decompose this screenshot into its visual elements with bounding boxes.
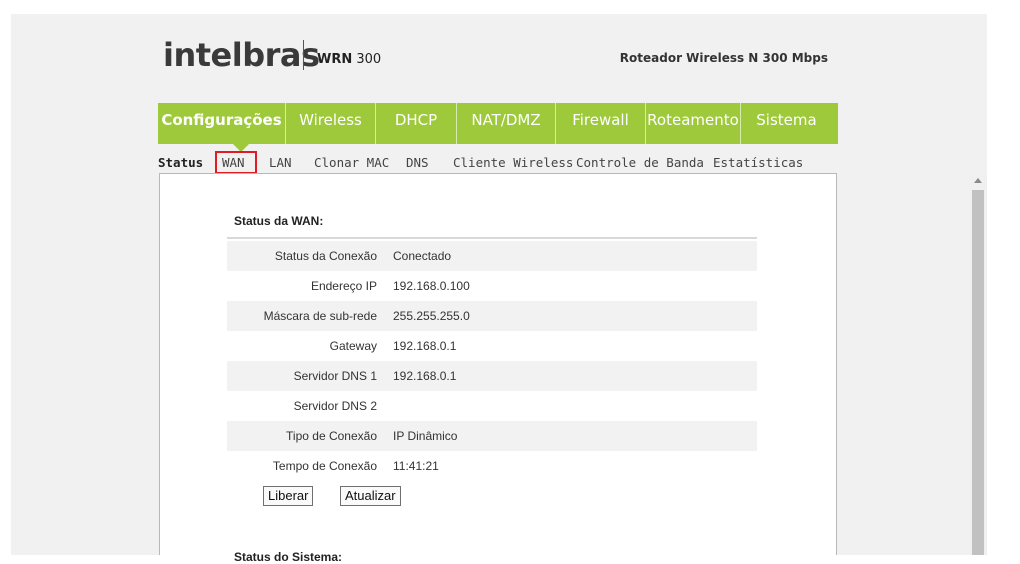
- logo-divider: [303, 40, 304, 70]
- tab-dhcp[interactable]: DHCP: [376, 103, 457, 144]
- subtab-status[interactable]: Status: [158, 155, 203, 170]
- row-label: Endereço IP: [310, 279, 377, 293]
- row-label: Tipo de Conexão: [286, 429, 377, 443]
- tab-sistema[interactable]: Sistema: [741, 103, 832, 144]
- refresh-button[interactable]: Atualizar: [340, 486, 401, 506]
- subtab-dns[interactable]: DNS: [406, 155, 429, 170]
- row-value: 192.168.0.1: [393, 369, 457, 383]
- status-row: Tempo de Conexão 11:41:21: [227, 451, 757, 481]
- model-name: WRN 300: [317, 52, 381, 67]
- status-row: Endereço IP 192.168.0.100: [227, 271, 757, 301]
- tab-roteamento[interactable]: Roteamento: [646, 103, 741, 144]
- subtab-controle-de-banda[interactable]: Controle de Banda: [576, 155, 704, 170]
- row-label: Servidor DNS 2: [293, 399, 377, 413]
- row-value: 192.168.0.1: [393, 339, 457, 353]
- row-value: IP Dinâmico: [393, 429, 458, 443]
- row-value: 255.255.255.0: [393, 309, 470, 323]
- row-value: 11:41:21: [393, 459, 439, 473]
- header: intelbras WRN 300 Roteador Wireless N 30…: [158, 30, 838, 86]
- model-number: 300: [356, 52, 382, 67]
- subtab-estatisticas[interactable]: Estatísticas: [713, 155, 803, 170]
- content-panel: Status da WAN: Status da Conexão Conecta…: [159, 173, 837, 564]
- wan-highlight-box: [215, 151, 257, 174]
- model-prefix: WRN: [317, 52, 353, 67]
- scroll-up-arrow-icon[interactable]: [974, 178, 982, 183]
- status-row: Tipo de Conexão IP Dinâmico: [227, 421, 757, 451]
- subtab-clonar-mac[interactable]: Clonar MAC: [314, 155, 389, 170]
- scroll-thumb[interactable]: [972, 190, 984, 555]
- row-label: Tempo de Conexão: [272, 459, 377, 473]
- intelbras-logo: intelbras: [163, 36, 320, 74]
- status-row: Máscara de sub-rede 255.255.255.0: [227, 301, 757, 331]
- vertical-scrollbar[interactable]: [970, 175, 987, 555]
- row-label: Status da Conexão: [274, 249, 377, 263]
- wan-status-title: Status da WAN:: [234, 214, 324, 228]
- status-row: Status da Conexão Conectado: [227, 241, 757, 271]
- status-row: Servidor DNS 1 192.168.0.1: [227, 361, 757, 391]
- subtab-lan[interactable]: LAN: [269, 155, 292, 170]
- release-button[interactable]: Liberar: [263, 486, 314, 506]
- tab-firewall[interactable]: Firewall: [556, 103, 646, 144]
- row-label: Máscara de sub-rede: [263, 309, 377, 323]
- status-row: Servidor DNS 2: [227, 391, 757, 421]
- subtab-cliente-wireless[interactable]: Cliente Wireless: [453, 155, 573, 170]
- tab-wireless[interactable]: Wireless: [286, 103, 376, 144]
- row-value: Conectado: [393, 249, 452, 263]
- title-divider: [227, 237, 757, 239]
- row-value: 192.168.0.100: [393, 279, 470, 293]
- row-label: Servidor DNS 1: [293, 369, 377, 383]
- main-nav: Configurações Wireless DHCP NAT/DMZ Fire…: [158, 103, 838, 152]
- system-status-title: Status do Sistema:: [234, 550, 343, 564]
- row-label: Gateway: [329, 339, 377, 353]
- status-row: Gateway 192.168.0.1: [227, 331, 757, 361]
- product-tagline: Roteador Wireless N 300 Mbps: [619, 51, 828, 65]
- tab-configuracoes[interactable]: Configurações: [158, 103, 286, 144]
- tab-nat-dmz[interactable]: NAT/DMZ: [457, 103, 556, 144]
